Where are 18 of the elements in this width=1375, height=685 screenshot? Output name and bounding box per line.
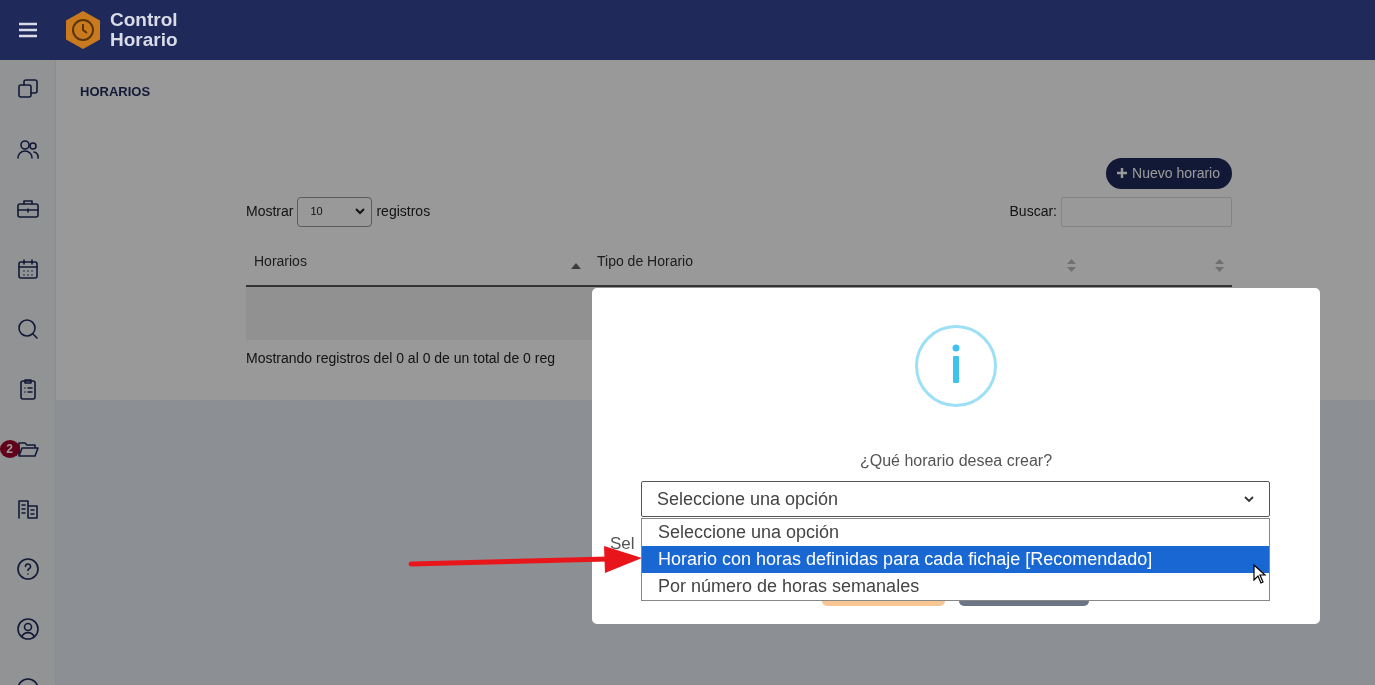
logo-text: Control [110,10,178,30]
dropdown-option[interactable]: Por número de horas semanales [642,573,1269,600]
dialog-question: ¿Qué horario desea crear? [858,451,1054,471]
show-label: Mostrar [246,202,294,221]
page-length-select[interactable]: 10 [297,196,373,227]
search-label: Buscar: [1009,202,1057,221]
notification-badge: 2 [0,440,20,458]
column-header[interactable]: Tipo de Horario [597,250,693,272]
field-label: Sel [610,533,635,555]
dropdown-option[interactable]: Horario con horas definidas para cada fichaje [Recomendado] [642,546,1269,573]
page-title: HORARIOS [79,83,152,101]
schedule-type-select[interactable]: Seleccione una opción [641,481,1270,517]
column-header[interactable]: Horarios [254,250,307,272]
dropdown-option[interactable]: Seleccione una opción [642,519,1269,546]
records-label: registros [376,202,431,221]
table-info: Mostrando registros del 0 al 0 de un total de 0 reg [246,348,556,368]
logo-text: Horario [110,30,178,50]
new-schedule-button[interactable]: Nuevo horario [1106,157,1232,189]
